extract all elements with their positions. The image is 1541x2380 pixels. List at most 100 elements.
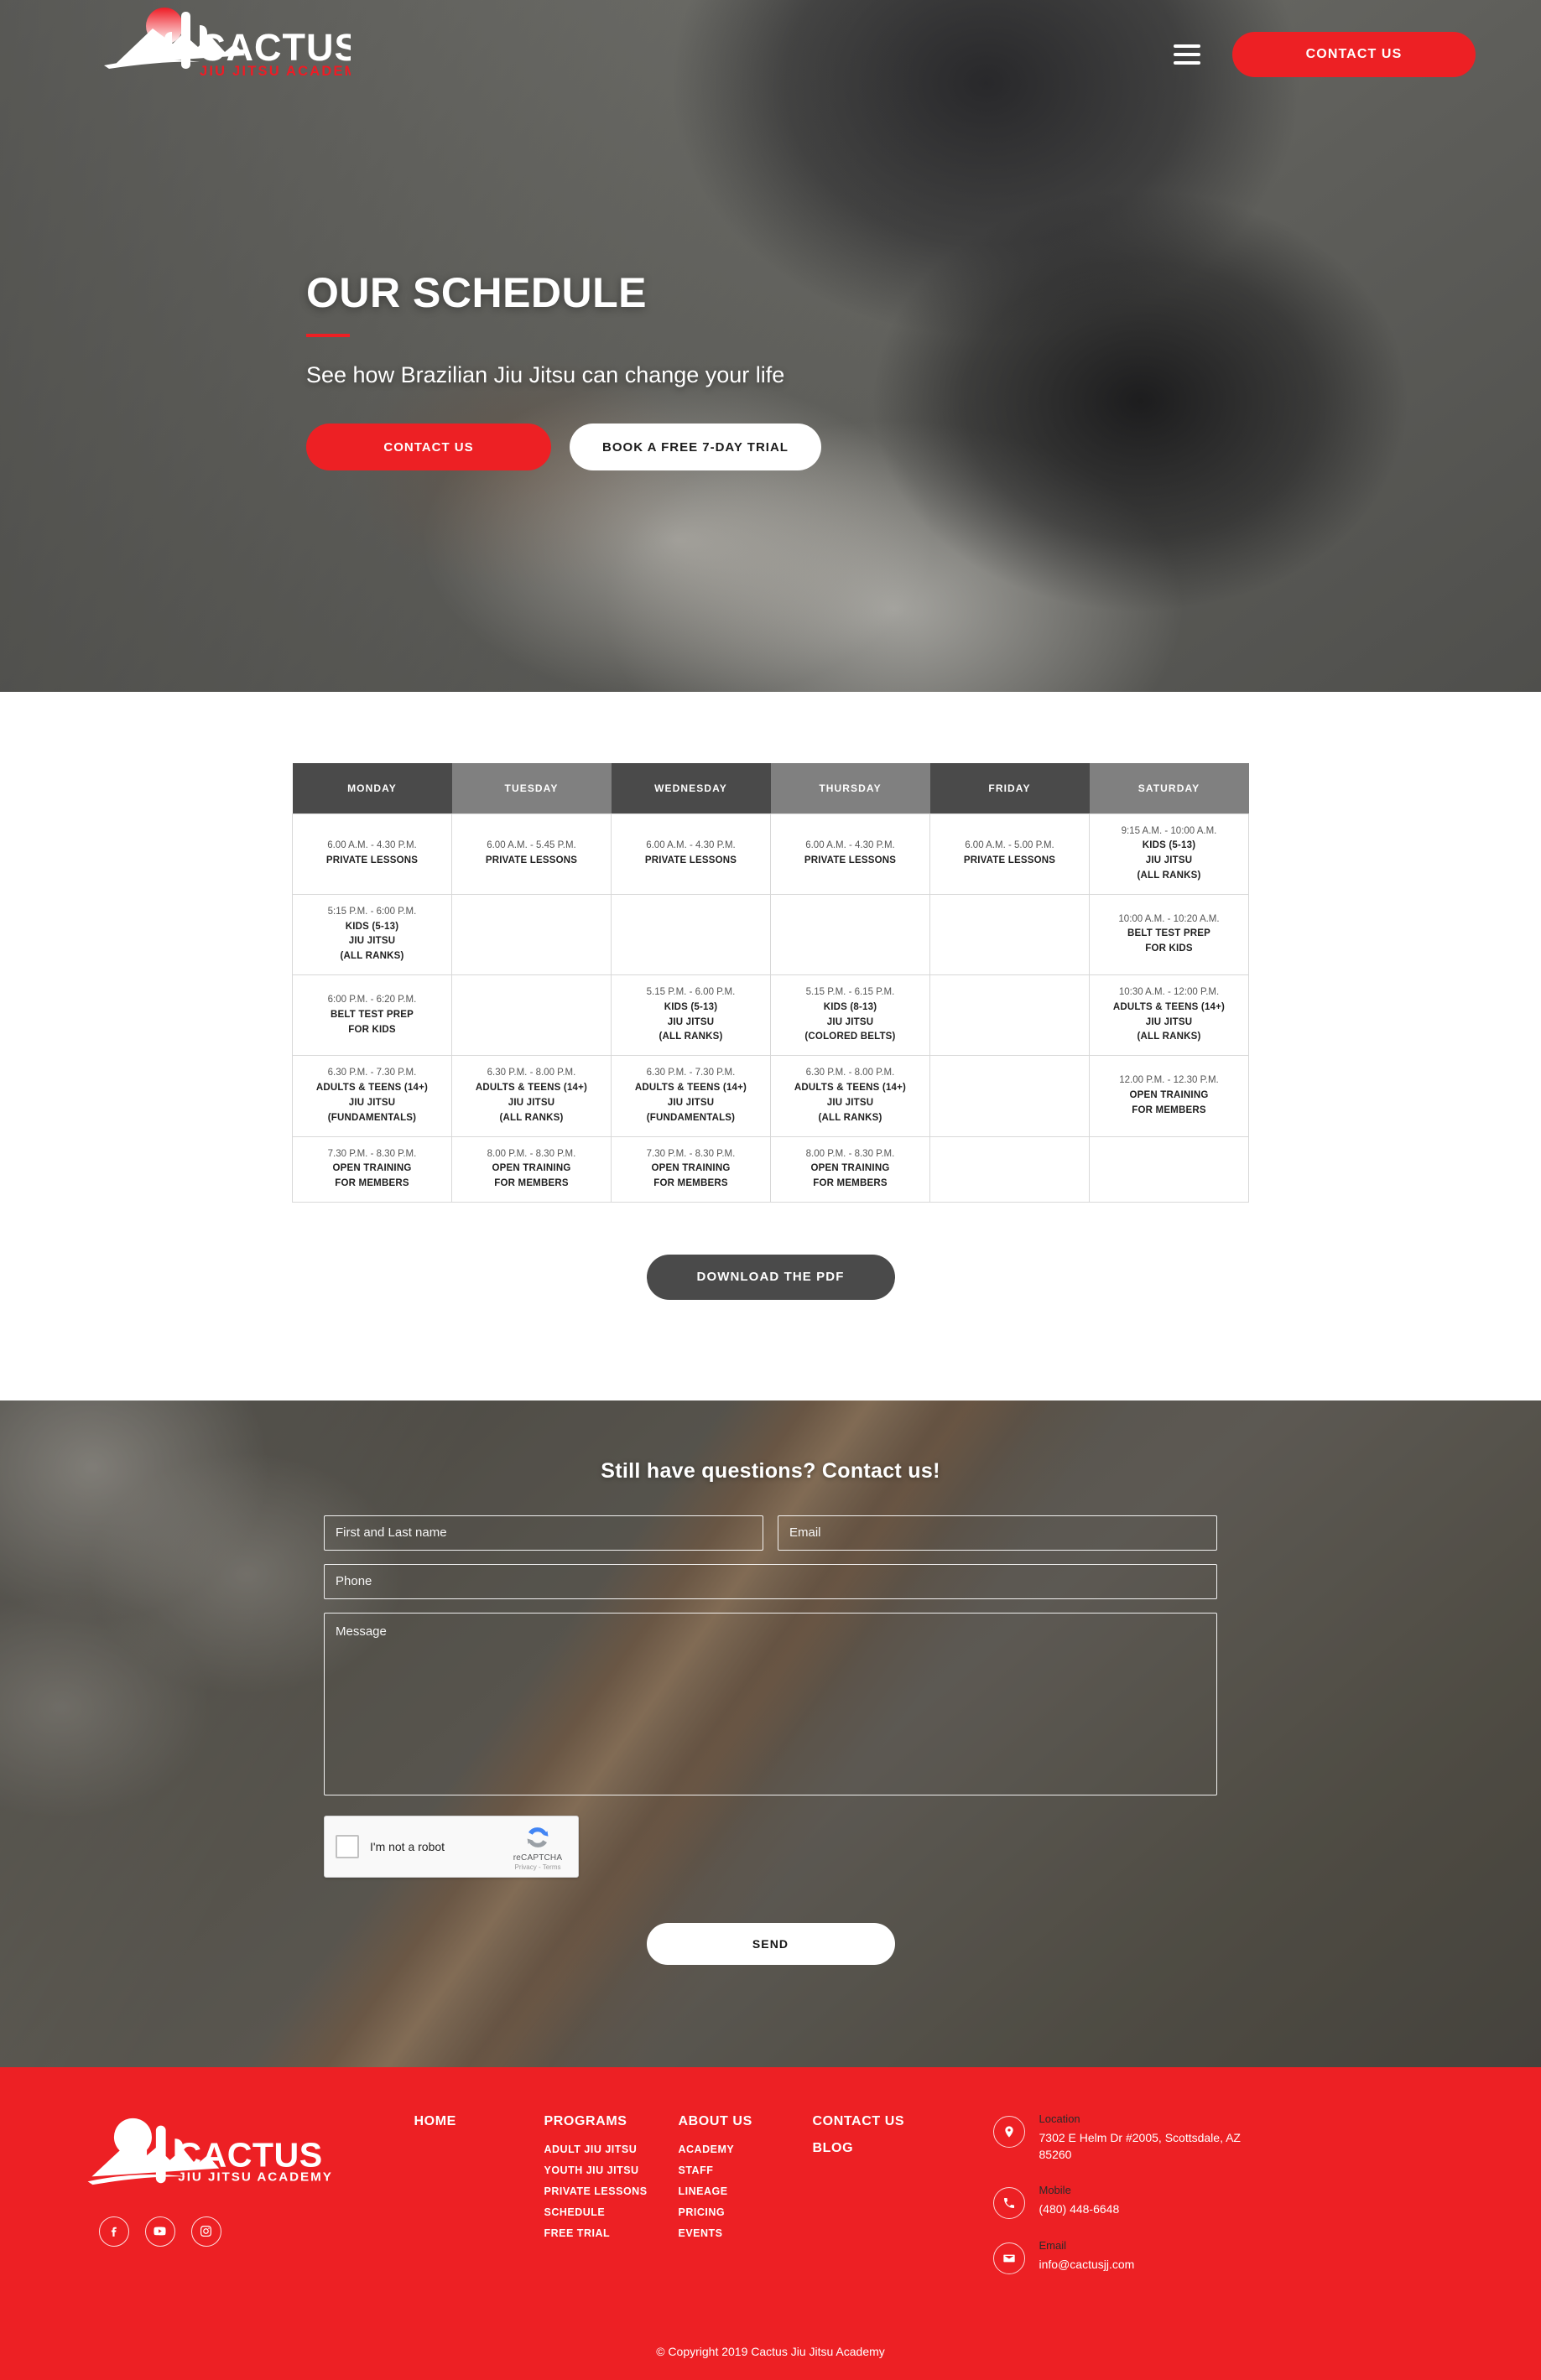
name-input[interactable] xyxy=(324,1515,763,1551)
cell-label: BELT TEST PREP xyxy=(330,1009,414,1020)
download-pdf-button[interactable]: DOWNLOAD THE PDF xyxy=(646,1254,895,1300)
info-row-location: Location 7302 E Helm Dr #2005, Scottsdal… xyxy=(992,2112,1362,2164)
footer-link-lineage[interactable]: LINEAGE xyxy=(679,2185,813,2197)
info-label-location: Location xyxy=(1039,2112,1080,2125)
svg-text:CACTUS: CACTUS xyxy=(176,2136,322,2175)
footer-heading-programs[interactable]: PROGRAMS xyxy=(544,2114,679,2129)
schedule-cell: 6.30 P.M. - 7.30 P.M. ADULTS & TEENS (14+… xyxy=(292,1055,452,1137)
cell-label: PRIVATE LESSONS xyxy=(963,855,1056,866)
schedule-cell: 6.00 A.M. - 4.30 P.M. PRIVATE LESSONS xyxy=(770,813,930,895)
schedule-section: MONDAY TUESDAY WEDNESDAY THURSDAY FRIDAY… xyxy=(0,692,1541,1400)
facebook-link[interactable] xyxy=(98,2216,129,2247)
instagram-link[interactable] xyxy=(190,2216,221,2247)
footer-link-adult-jiu-jitsu[interactable]: ADULT JIU JITSU xyxy=(544,2144,679,2155)
cell-label: FOR MEMBERS xyxy=(335,1178,409,1189)
cell-label: (ALL RANKS) xyxy=(1137,1032,1201,1042)
info-value-mobile[interactable]: (480) 448-6648 xyxy=(1039,2201,1120,2217)
cell-label: (ALL RANKS) xyxy=(1137,870,1201,881)
column-header-thursday: THURSDAY xyxy=(770,763,930,813)
cell-label: OPEN TRAINING xyxy=(810,1163,890,1174)
youtube-link[interactable] xyxy=(144,2216,175,2247)
info-value-email[interactable]: info@cactusjj.com xyxy=(1039,2256,1135,2273)
table-row: 6:00 P.M. - 6:20 P.M. BELT TEST PREP FOR K… xyxy=(292,974,1249,1057)
header-contact-button[interactable]: CONTACT US xyxy=(1232,32,1476,77)
cell-label: PRIVATE LESSONS xyxy=(804,855,897,866)
footer-programs-links: ADULT JIU JITSU YOUTH JIU JITSU PRIVATE LE… xyxy=(544,2144,679,2239)
cell-label: FOR KIDS xyxy=(1145,943,1193,954)
footer-link-academy[interactable]: ACADEMY xyxy=(679,2144,813,2155)
send-button[interactable]: SEND xyxy=(646,1922,895,1965)
schedule-cell: 8.00 P.M. - 8.30 P.M. OPEN TRAINING FOR ME… xyxy=(451,1135,612,1203)
info-row-email: Email info@cactusjj.com xyxy=(992,2239,1362,2274)
column-header-friday: FRIDAY xyxy=(929,763,1090,813)
send-button-wrap: SEND xyxy=(324,1922,1217,1965)
cell-label: KIDS (5-13) xyxy=(1142,840,1196,851)
message-textarea[interactable] xyxy=(324,1612,1217,1795)
footer-link-youth-jiu-jitsu[interactable]: YOUTH JIU JITSU xyxy=(544,2164,679,2176)
cell-label: ADULTS & TEENS (14+) xyxy=(634,1083,747,1094)
footer-link-schedule[interactable]: SCHEDULE xyxy=(544,2206,679,2218)
footer-link-events[interactable]: EVENTS xyxy=(679,2227,813,2239)
footer-column-home: HOME xyxy=(414,2111,544,2144)
column-header-saturday: SATURDAY xyxy=(1089,763,1249,813)
cell-label: (FUNDAMENTALS) xyxy=(646,1112,736,1123)
schedule-cell: 6.00 A.M. - 5.00 P.M. PRIVATE LESSONS xyxy=(929,813,1090,895)
hamburger-icon[interactable] xyxy=(1174,44,1200,65)
hero-contact-button[interactable]: CONTACT US xyxy=(306,424,551,470)
page-title: OUR SCHEDULE xyxy=(306,269,648,316)
map-pin-icon xyxy=(992,2115,1025,2148)
footer-link-pricing[interactable]: PRICING xyxy=(679,2206,813,2218)
schedule-cell: 10:30 A.M. - 12:00 P.M. ADULTS & TEENS (1… xyxy=(1089,974,1249,1057)
footer-link-contact-us[interactable]: CONTACT US xyxy=(813,2114,993,2129)
cell-label: (ALL RANKS) xyxy=(818,1112,882,1123)
footer-column-contact: CONTACT US BLOG xyxy=(813,2111,993,2170)
cell-time: 6.00 A.M. - 4.30 P.M. xyxy=(805,840,895,851)
email-input[interactable] xyxy=(778,1515,1217,1551)
footer-logo[interactable]: CACTUS JIU JITSU ACADEMY xyxy=(87,2111,414,2191)
footer-link-free-trial[interactable]: FREE TRIAL xyxy=(544,2227,679,2239)
schedule-cell xyxy=(451,893,612,976)
cell-label: (ALL RANKS) xyxy=(499,1112,564,1123)
cell-time: 6.30 P.M. - 8.00 P.M. xyxy=(487,1068,576,1078)
copyright-text: © Copyright 2019 Cactus Jiu Jitsu Academ… xyxy=(656,2344,885,2358)
form-row-phone xyxy=(324,1563,1217,1599)
cell-label: JIU JITSU xyxy=(1145,1016,1193,1027)
cell-label: OPEN TRAINING xyxy=(332,1163,412,1174)
site-logo[interactable]: CACTUS JIU JITSU ACADEMY xyxy=(65,0,351,94)
footer-link-private-lessons[interactable]: PRIVATE LESSONS xyxy=(544,2185,679,2197)
recaptcha-widget[interactable]: I'm not a robot reCAPTCHA Privacy - Term… xyxy=(324,1815,579,1878)
cell-label: FOR KIDS xyxy=(348,1024,396,1035)
footer-link-blog[interactable]: BLOG xyxy=(813,2141,993,2156)
site-header: CACTUS JIU JITSU ACADEMY CONTACT US xyxy=(0,0,1541,113)
cell-time: 6.00 A.M. - 5.45 P.M. xyxy=(487,840,576,851)
schedule-table-wrap: MONDAY TUESDAY WEDNESDAY THURSDAY FRIDAY… xyxy=(292,763,1249,1203)
form-row-message xyxy=(324,1612,1217,1795)
hero-subtitle: See how Brazilian Jiu Jitsu can change y… xyxy=(306,362,785,387)
footer-grid: CACTUS JIU JITSU ACADEMY HOME PROGRAMS A… xyxy=(54,2111,1488,2294)
cell-label: PRIVATE LESSONS xyxy=(325,855,419,866)
schedule-cell: 9:15 A.M. - 10:00 A.M. KIDS (5-13) JIU JIT… xyxy=(1089,813,1249,895)
recaptcha-terms-text[interactable]: Privacy - Terms xyxy=(506,1863,570,1871)
recaptcha-checkbox[interactable] xyxy=(336,1834,359,1858)
phone-input[interactable] xyxy=(324,1563,1217,1599)
schedule-cell: 5:15 P.M. - 6:00 P.M. KIDS (5-13) JIU JITS… xyxy=(292,893,452,976)
schedule-cell: 6.30 P.M. - 8.00 P.M. ADULTS & TEENS (14+… xyxy=(451,1055,612,1137)
cell-label: ADULTS & TEENS (14+) xyxy=(475,1083,588,1094)
cell-label: JIU JITSU xyxy=(348,1097,396,1108)
schedule-table-body: 6.00 A.M. - 4.30 P.M. PRIVATE LESSONS 6.00… xyxy=(292,813,1249,1203)
hero-free-trial-button[interactable]: BOOK A FREE 7-DAY TRIAL xyxy=(570,424,821,470)
cell-label: OPEN TRAINING xyxy=(492,1163,571,1174)
cell-label: (FUNDAMENTALS) xyxy=(327,1112,417,1123)
footer-heading-about-us[interactable]: ABOUT US xyxy=(679,2114,813,2129)
cell-label: PRIVATE LESSONS xyxy=(485,855,578,866)
cell-time: 5.15 P.M. - 6.00 P.M. xyxy=(646,987,736,997)
footer-link-staff[interactable]: STAFF xyxy=(679,2164,813,2176)
schedule-cell: 6.00 A.M. - 4.30 P.M. PRIVATE LESSONS xyxy=(611,813,771,895)
cell-label: OPEN TRAINING xyxy=(1129,1089,1209,1100)
hamburger-bar xyxy=(1174,53,1200,56)
footer-link-home[interactable]: HOME xyxy=(414,2114,544,2129)
cell-label: FOR MEMBERS xyxy=(494,1178,569,1189)
schedule-cell xyxy=(929,893,1090,976)
hero-section: CACTUS JIU JITSU ACADEMY CONTACT US OUR … xyxy=(0,0,1541,692)
cell-label: JIU JITSU xyxy=(667,1016,715,1027)
